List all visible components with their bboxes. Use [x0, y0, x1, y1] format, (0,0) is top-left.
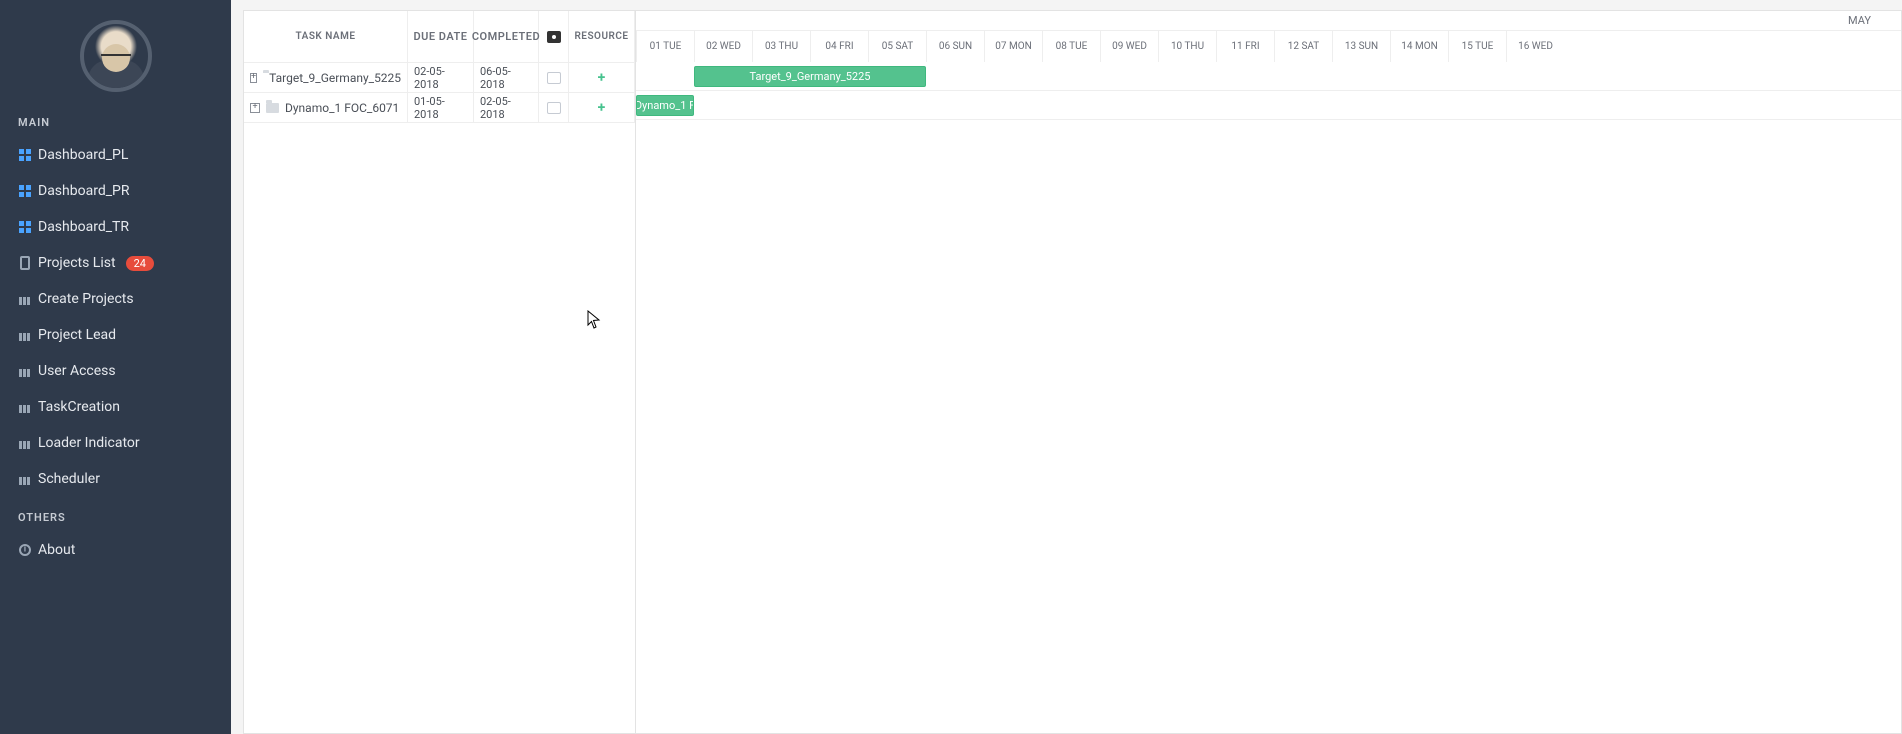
task-name: Target_9_Germany_5225: [269, 71, 401, 85]
timeline-day[interactable]: 03 THU: [752, 31, 810, 62]
sidebar-item-dashboard-tr[interactable]: Dashboard_TR: [0, 209, 231, 245]
timeline-day[interactable]: 07 MON: [984, 31, 1042, 62]
sidebar-item-project-lead[interactable]: Project Lead: [0, 317, 231, 353]
col-due-date[interactable]: DUE DATE: [408, 11, 474, 62]
sidebar: MAIN Dashboard_PL Dashboard_PR Dashboard…: [0, 0, 231, 734]
sidebar-item-label: Create Projects: [38, 291, 134, 307]
timeline-month: MAY: [636, 11, 1901, 31]
timeline-day[interactable]: 08 TUE: [1042, 31, 1100, 62]
grid-icon: [18, 148, 32, 162]
timeline-day[interactable]: 13 SUN: [1332, 31, 1390, 62]
bars-icon: [18, 292, 32, 306]
expand-icon[interactable]: +: [250, 73, 257, 83]
sidebar-item-user-access[interactable]: User Access: [0, 353, 231, 389]
gantt-timeline[interactable]: MAY 01 TUE02 WED03 THU04 FRI05 SAT06 SUN…: [636, 11, 1901, 733]
sidebar-item-loader-indicator[interactable]: Loader Indicator: [0, 425, 231, 461]
sidebar-item-create-projects[interactable]: Create Projects: [0, 281, 231, 317]
sidebar-item-label: About: [38, 542, 75, 558]
gantt-bar[interactable]: Dynamo_1 F: [636, 95, 694, 116]
resource-cell[interactable]: +: [569, 93, 635, 122]
col-resource[interactable]: RESOURCE: [569, 11, 635, 62]
info-icon: [18, 543, 32, 557]
timeline-days: 01 TUE02 WED03 THU04 FRI05 SAT06 SUN07 M…: [636, 31, 1901, 62]
phone-icon: [18, 256, 32, 270]
timeline-day[interactable]: 05 SAT: [868, 31, 926, 62]
timeline-day[interactable]: 11 FRI: [1216, 31, 1274, 62]
timeline-day[interactable]: 02 WED: [694, 31, 752, 62]
sidebar-item-dashboard-pl[interactable]: Dashboard_PL: [0, 137, 231, 173]
grid-icon: [18, 184, 32, 198]
folder-icon: [266, 103, 279, 113]
gantt-grid: TASK NAME DUE DATE COMPLETED RESOURCE + …: [244, 11, 636, 733]
gantt-bar-label: Dynamo_1 F: [636, 99, 694, 112]
comment-icon: [547, 31, 561, 43]
completed-date: 02-05-2018: [474, 93, 539, 122]
col-comments[interactable]: [539, 11, 569, 62]
comment-cell[interactable]: [539, 93, 569, 122]
sidebar-item-label: Dashboard_TR: [38, 219, 129, 235]
sidebar-item-label: User Access: [38, 363, 116, 379]
bars-icon: [18, 328, 32, 342]
sidebar-item-label: TaskCreation: [38, 399, 120, 415]
gantt-panel: TASK NAME DUE DATE COMPLETED RESOURCE + …: [243, 10, 1902, 734]
col-completed[interactable]: COMPLETED: [474, 11, 539, 62]
sidebar-section-others: OTHERS: [0, 497, 231, 532]
comment-outline-icon: [547, 102, 561, 114]
sidebar-item-task-creation[interactable]: TaskCreation: [0, 389, 231, 425]
table-row[interactable]: + Target_9_Germany_5225 02-05-2018 06-05…: [244, 63, 635, 93]
task-name: Dynamo_1 FOC_6071: [285, 101, 399, 115]
sidebar-item-label: Dashboard_PL: [38, 147, 128, 163]
timeline-day[interactable]: 16 WED: [1506, 31, 1564, 62]
comment-outline-icon: [547, 72, 561, 84]
add-resource-icon[interactable]: +: [598, 70, 606, 86]
timeline-day[interactable]: 01 TUE: [636, 31, 694, 62]
gantt-grid-header: TASK NAME DUE DATE COMPLETED RESOURCE: [244, 11, 635, 63]
expand-icon[interactable]: +: [250, 103, 260, 113]
comment-cell[interactable]: [539, 63, 569, 92]
sidebar-item-projects-list[interactable]: Projects List 24: [0, 245, 231, 281]
sidebar-item-label: Project Lead: [38, 327, 116, 343]
due-date: 01-05-2018: [408, 93, 474, 122]
due-date: 02-05-2018: [408, 63, 474, 92]
timeline-day[interactable]: 04 FRI: [810, 31, 868, 62]
sidebar-item-label: Projects List: [38, 255, 116, 271]
add-resource-icon[interactable]: +: [598, 100, 606, 116]
timeline-row[interactable]: Target_9_Germany_5225: [636, 62, 1901, 91]
bars-icon: [18, 400, 32, 414]
avatar-wrap: [0, 0, 231, 102]
bars-icon: [18, 436, 32, 450]
sidebar-item-about[interactable]: About: [0, 532, 231, 568]
grid-icon: [18, 220, 32, 234]
sidebar-item-label: Dashboard_PR: [38, 183, 130, 199]
gantt-bar[interactable]: Target_9_Germany_5225: [694, 66, 926, 87]
sidebar-item-dashboard-pr[interactable]: Dashboard_PR: [0, 173, 231, 209]
gantt-bar-label: Target_9_Germany_5225: [750, 70, 871, 83]
timeline-day[interactable]: 14 MON: [1390, 31, 1448, 62]
table-row[interactable]: + Dynamo_1 FOC_6071 01-05-2018 02-05-201…: [244, 93, 635, 123]
bars-icon: [18, 472, 32, 486]
main: TASK NAME DUE DATE COMPLETED RESOURCE + …: [231, 0, 1902, 734]
resource-cell[interactable]: +: [569, 63, 635, 92]
completed-date: 06-05-2018: [474, 63, 539, 92]
timeline-day[interactable]: 10 THU: [1158, 31, 1216, 62]
col-task-name[interactable]: TASK NAME: [244, 11, 408, 62]
timeline-row[interactable]: Dynamo_1 F: [636, 91, 1901, 120]
timeline-body: Target_9_Germany_5225 Dynamo_1 F: [636, 62, 1901, 120]
timeline-day[interactable]: 06 SUN: [926, 31, 984, 62]
projects-list-badge: 24: [126, 256, 154, 271]
sidebar-section-main: MAIN: [0, 102, 231, 137]
bars-icon: [18, 364, 32, 378]
sidebar-item-label: Scheduler: [38, 471, 100, 487]
avatar[interactable]: [80, 20, 152, 92]
timeline-day[interactable]: 09 WED: [1100, 31, 1158, 62]
timeline-day[interactable]: 15 TUE: [1448, 31, 1506, 62]
sidebar-item-label: Loader Indicator: [38, 435, 140, 451]
timeline-header: MAY 01 TUE02 WED03 THU04 FRI05 SAT06 SUN…: [636, 11, 1901, 62]
timeline-day[interactable]: 12 SAT: [1274, 31, 1332, 62]
sidebar-item-scheduler[interactable]: Scheduler: [0, 461, 231, 497]
